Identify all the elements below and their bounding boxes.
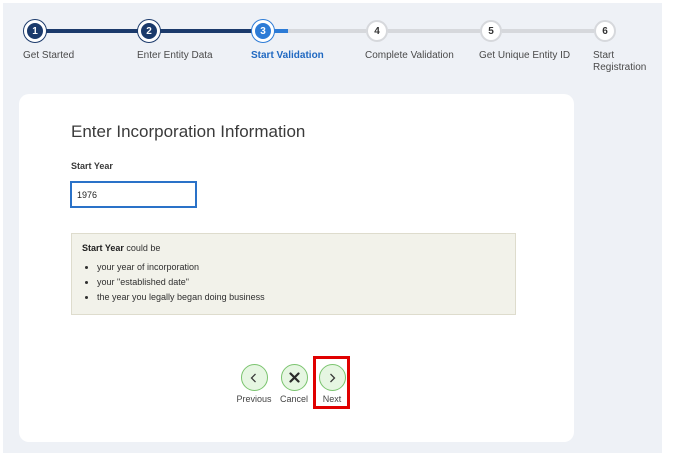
page-title: Enter Incorporation Information xyxy=(71,122,306,141)
start-year-label: Start Year xyxy=(71,161,113,171)
step-1-label: Get Started xyxy=(23,50,75,61)
step-connector-1-2 xyxy=(46,29,138,33)
step-connector-5-6 xyxy=(502,29,594,33)
help-lead-bold: Start Year xyxy=(82,243,124,253)
help-list-item: your "established date" xyxy=(97,277,505,288)
help-list-item: your year of incorporation xyxy=(97,262,505,273)
chevron-left-icon xyxy=(250,373,256,382)
step-3-circle: 3 xyxy=(252,20,274,42)
previous-circle[interactable] xyxy=(240,364,268,391)
step-1-circle: 1 xyxy=(24,20,46,42)
step-6-label-line2: Registration xyxy=(593,62,647,73)
close-icon xyxy=(288,372,300,383)
previous-label: Previous xyxy=(236,394,272,404)
step-6-label: Start Registration xyxy=(593,50,646,74)
step-connector-3-4 xyxy=(288,29,366,33)
step-5-circle: 5 xyxy=(480,20,502,42)
help-list-item: the year you legally began doing busines… xyxy=(97,292,505,303)
step-4-circle: 4 xyxy=(366,20,388,42)
step-connector-3-4-progress xyxy=(274,29,288,33)
cancel-label: Cancel xyxy=(279,394,308,404)
step-6-circle: 6 xyxy=(594,20,616,42)
cancel-button[interactable]: Cancel xyxy=(274,364,314,404)
help-list: your year of incorporation your "establi… xyxy=(82,262,505,303)
step-4-label: Complete Validation xyxy=(365,50,454,61)
previous-button[interactable]: Previous xyxy=(234,364,274,404)
step-connector-2-3 xyxy=(160,29,252,33)
step-5-label: Get Unique Entity ID xyxy=(479,50,571,61)
cancel-circle[interactable] xyxy=(280,364,308,391)
help-lead-rest: could be xyxy=(123,243,161,253)
step-2-circle: 2 xyxy=(138,20,160,42)
next-highlight-box xyxy=(313,356,350,409)
step-connector-4-5 xyxy=(388,29,480,33)
help-lead: Start Year could be xyxy=(82,243,505,253)
step-3-label: Start Validation xyxy=(251,50,324,61)
start-year-help-box: Start Year could be your year of incorpo… xyxy=(71,233,516,315)
start-year-input[interactable] xyxy=(70,181,197,208)
step-6-label-line1: Start xyxy=(593,50,615,61)
step-2-label: Enter Entity Data xyxy=(137,50,213,61)
